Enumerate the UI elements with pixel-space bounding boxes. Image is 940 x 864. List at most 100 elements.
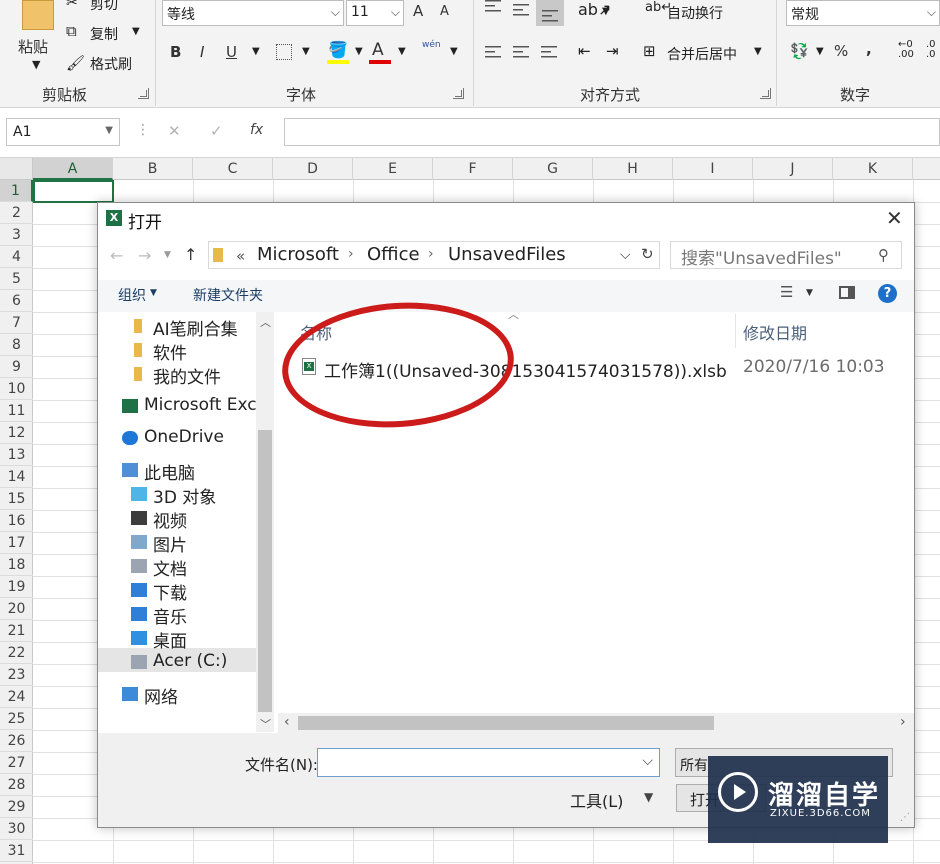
scroll-right-icon[interactable]: ›	[900, 714, 906, 730]
align-right-icon[interactable]	[541, 46, 557, 58]
chevron-down-icon[interactable]: ⌵	[642, 753, 653, 769]
horizontal-scroll-thumb[interactable]	[298, 716, 714, 730]
row-header[interactable]: 15	[0, 488, 33, 510]
font-color-dropdown-icon[interactable]: ▼	[398, 46, 406, 57]
row-header[interactable]: 12	[0, 422, 33, 444]
view-dropdown-icon[interactable]: ▼	[806, 288, 813, 298]
organize-dropdown-icon[interactable]: ▼	[150, 288, 157, 298]
row-header[interactable]: 17	[0, 532, 33, 554]
address-dropdown-icon[interactable]: ⌵	[620, 247, 631, 263]
forward-arrow-icon[interactable]: →	[138, 246, 151, 265]
column-header[interactable]: B	[113, 158, 193, 180]
row-header[interactable]: 22	[0, 642, 33, 664]
italic-button[interactable]: I	[200, 43, 204, 61]
insert-function-icon[interactable]: fx	[250, 122, 263, 138]
nav-item[interactable]: 3D 对象	[153, 483, 216, 508]
row-header[interactable]: 10	[0, 378, 33, 400]
organize-button[interactable]: 组织	[118, 285, 146, 305]
wrap-text-button[interactable]: 自动换行	[667, 3, 723, 23]
tools-dropdown-icon[interactable]: ▼	[644, 790, 653, 804]
scroll-down-icon[interactable]: ﹀	[260, 716, 271, 732]
file-name-input[interactable]: ⌵	[317, 748, 660, 777]
scroll-left-icon[interactable]: ‹	[284, 714, 290, 730]
name-box[interactable]: A1 ▼	[6, 118, 120, 146]
nav-item[interactable]: 网络	[144, 683, 178, 708]
row-header[interactable]: 11	[0, 400, 33, 422]
nav-item[interactable]: 我的文件	[153, 363, 221, 388]
fill-dropdown-icon[interactable]: ▼	[355, 46, 363, 57]
shrink-font-button[interactable]: A	[440, 4, 449, 19]
currency-icon[interactable]: 💱	[790, 42, 809, 60]
cut-button[interactable]: 剪切	[90, 0, 118, 14]
column-header[interactable]: J	[753, 158, 833, 180]
alignment-launcher-icon[interactable]	[760, 88, 771, 99]
nav-scroll-thumb[interactable]	[258, 430, 272, 712]
up-arrow-icon[interactable]: ↑	[184, 245, 197, 264]
decrease-indent-icon[interactable]: ⇤	[578, 42, 591, 60]
view-options-icon[interactable]: ☰	[780, 283, 793, 301]
cancel-icon[interactable]: ✕	[168, 122, 181, 140]
copy-dropdown-icon[interactable]: ▼	[132, 26, 140, 37]
orientation-dropdown-icon[interactable]: ▼	[602, 6, 610, 17]
search-input[interactable]: 搜索"UnsavedFiles"	[681, 244, 842, 269]
row-header[interactable]: 26	[0, 730, 33, 752]
resize-grip-icon[interactable]: ⋰	[900, 812, 910, 823]
row-header[interactable]: 21	[0, 620, 33, 642]
grow-font-button[interactable]: A	[413, 2, 423, 20]
row-header[interactable]: 6	[0, 290, 33, 312]
percent-button[interactable]: %	[834, 42, 848, 60]
column-header[interactable]: A	[33, 158, 113, 180]
breadcrumb-microsoft[interactable]: Microsoft	[257, 244, 339, 265]
scroll-up-icon[interactable]: ︿	[260, 314, 271, 330]
recent-dropdown-icon[interactable]: ▼	[164, 250, 171, 260]
font-color-button[interactable]: A	[372, 40, 384, 60]
column-date-header[interactable]: 修改日期	[743, 320, 807, 344]
breadcrumb-overflow[interactable]: «	[236, 247, 245, 265]
row-header[interactable]: 31	[0, 840, 33, 862]
number-format-combo[interactable]: 常规 ⌵	[786, 0, 940, 26]
column-header[interactable]: G	[513, 158, 593, 180]
row-header[interactable]: 14	[0, 466, 33, 488]
breadcrumb-separator-icon[interactable]: ›	[348, 246, 354, 262]
border-dropdown-icon[interactable]: ▼	[302, 46, 310, 57]
preview-pane-icon[interactable]	[839, 286, 855, 299]
row-header[interactable]: 4	[0, 246, 33, 268]
select-all-corner[interactable]	[0, 158, 33, 180]
paste-icon[interactable]	[22, 0, 54, 30]
font-size-combo[interactable]: 11 ⌵	[346, 0, 404, 26]
nav-item[interactable]: 视频	[153, 507, 187, 532]
currency-dropdown-icon[interactable]: ▼	[816, 46, 824, 57]
nav-item[interactable]: 软件	[153, 339, 187, 364]
fill-color-icon[interactable]: 🪣	[328, 40, 348, 59]
breadcrumb-unsavedfiles[interactable]: UnsavedFiles	[448, 244, 566, 265]
nav-item[interactable]: Acer (C:)	[153, 651, 227, 671]
nav-item[interactable]: 图片	[153, 531, 187, 556]
column-header[interactable]: H	[593, 158, 673, 180]
font-name-combo[interactable]: 等线 ⌵	[162, 0, 344, 26]
row-header[interactable]: 30	[0, 818, 33, 840]
row-header[interactable]: 18	[0, 554, 33, 576]
copy-button[interactable]: 复制	[90, 24, 118, 44]
row-header[interactable]: 16	[0, 510, 33, 532]
bold-button[interactable]: B	[170, 43, 181, 61]
font-launcher-icon[interactable]	[453, 88, 464, 99]
row-header[interactable]: 1	[0, 180, 33, 202]
row-header[interactable]: 3	[0, 224, 33, 246]
row-header[interactable]: 29	[0, 796, 33, 818]
nav-item[interactable]: 桌面	[153, 627, 187, 652]
nav-item[interactable]: OneDrive	[144, 427, 224, 447]
row-header[interactable]: 19	[0, 576, 33, 598]
formula-input[interactable]	[284, 118, 940, 146]
column-header[interactable]: K	[833, 158, 913, 180]
close-icon[interactable]: ✕	[886, 206, 903, 230]
breadcrumb-separator-icon[interactable]: ›	[428, 246, 434, 262]
nav-item[interactable]: 文档	[153, 555, 187, 580]
underline-button[interactable]: U	[226, 43, 237, 61]
row-header[interactable]: 27	[0, 752, 33, 774]
underline-dropdown-icon[interactable]: ▼	[252, 46, 260, 57]
column-header[interactable]: D	[273, 158, 353, 180]
nav-item[interactable]: Microsoft Exc	[144, 395, 257, 415]
border-icon[interactable]	[276, 44, 292, 60]
row-header[interactable]: 2	[0, 202, 33, 224]
row-header[interactable]: 13	[0, 444, 33, 466]
